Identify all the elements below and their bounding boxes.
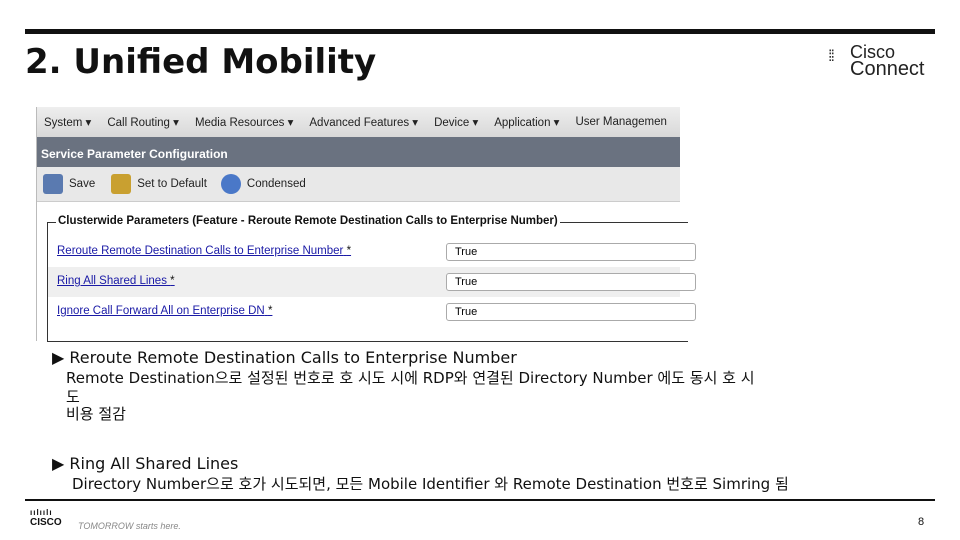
- save-button[interactable]: Save: [69, 178, 95, 190]
- menu-advanced-features[interactable]: Advanced Features ▾: [309, 115, 418, 129]
- param-select[interactable]: True: [446, 273, 696, 291]
- param-link[interactable]: Reroute Remote Destination Calls to Ente…: [57, 245, 351, 257]
- tagline: TOMORROW starts here.: [78, 521, 181, 531]
- slide-title: 2. Unified Mobility: [25, 42, 377, 82]
- param-link[interactable]: Ring All Shared Lines *: [57, 275, 175, 287]
- save-icon[interactable]: [43, 174, 63, 194]
- condensed-button[interactable]: Condensed: [247, 178, 306, 190]
- logo-line2: Connect: [850, 58, 925, 80]
- section-legend: Clusterwide Parameters (Feature - Rerout…: [56, 215, 560, 227]
- menu-system[interactable]: System ▾: [44, 115, 91, 129]
- cisco-bars-icon: ıılıılı: [30, 508, 53, 517]
- top-rule: [25, 29, 935, 34]
- cisco-logo-icon: ⁞⁞: [828, 48, 835, 65]
- param-row: Ring All Shared Lines * True: [48, 267, 696, 297]
- param-select[interactable]: True: [446, 303, 696, 321]
- param-row: Ignore Call Forward All on Enterprise DN…: [48, 297, 696, 327]
- menu-media-resources[interactable]: Media Resources ▾: [195, 115, 293, 129]
- menu-application[interactable]: Application ▾: [494, 115, 559, 129]
- clusterwide-parameters: Clusterwide Parameters (Feature - Rerout…: [47, 215, 696, 342]
- param-link[interactable]: Ignore Call Forward All on Enterprise DN…: [57, 305, 272, 317]
- brand: CISCO: [30, 517, 62, 528]
- menu-call-routing[interactable]: Call Routing ▾: [107, 115, 179, 129]
- menu-device[interactable]: Device ▾: [434, 115, 478, 129]
- toolbar: Save Set to Default Condensed: [37, 167, 680, 202]
- menu-bar: System ▾ Call Routing ▾ Media Resources …: [37, 107, 680, 137]
- bullet-heading: ▶ Reroute Remote Destination Calls to En…: [52, 348, 517, 367]
- set-default-icon[interactable]: [111, 174, 132, 194]
- set-default-button[interactable]: Set to Default: [137, 178, 207, 190]
- condensed-icon[interactable]: [220, 174, 241, 194]
- cucm-screenshot: System ▾ Call Routing ▾ Media Resources …: [36, 107, 696, 342]
- cisco-connect-logo: ⁞⁞ Cisco Connect: [828, 42, 938, 82]
- param-select[interactable]: True: [446, 243, 696, 261]
- page-number: 8: [918, 516, 925, 528]
- page-header: Service Parameter Configuration: [37, 137, 680, 167]
- menu-user-management[interactable]: User Managemen: [575, 116, 666, 128]
- bullet-text: Remote Destination으로 설정된 번호로 호 시도 시에 RDP…: [66, 369, 755, 387]
- footer-rule: [25, 499, 935, 501]
- bullet-heading: ▶ Ring All Shared Lines: [52, 454, 239, 473]
- bullet-text: 비용 절감: [66, 405, 126, 423]
- bullet-text: Directory Number으로 호가 시도되면, 모든 Mobile Id…: [72, 475, 789, 493]
- param-row: Reroute Remote Destination Calls to Ente…: [48, 237, 696, 267]
- cisco-footer-logo: ıılıılı CISCO: [30, 508, 62, 528]
